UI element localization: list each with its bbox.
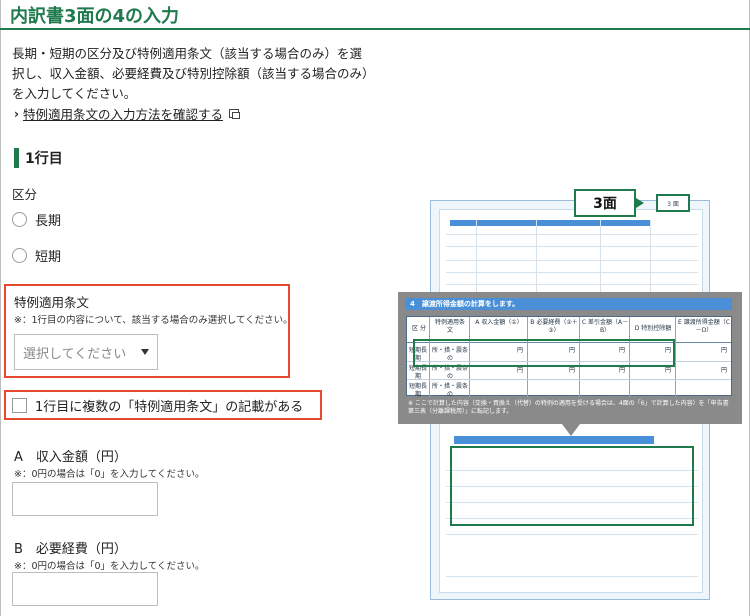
- form-line: [446, 534, 698, 535]
- form-line: [446, 246, 698, 247]
- yen-mark: 円: [721, 347, 728, 354]
- zoom-note: ※ ここで計算した内容（交換・買換え（代替）の特例の適用を受ける場合は、4面の「…: [408, 400, 729, 415]
- radio-short-label: 短期: [35, 250, 62, 265]
- chevron-right-icon: ›: [14, 106, 19, 121]
- page-callout: 3面: [574, 189, 636, 217]
- form-line: [446, 576, 698, 577]
- title-divider: [0, 28, 750, 30]
- field-b-note: ※：0円の場合は「0」を入力してください。: [14, 561, 205, 572]
- multi-article-label: 1行目に複数の「特例適用条文」の記載がある: [35, 400, 304, 415]
- caret-down-icon: [141, 349, 149, 355]
- row-3-kubun: 短期長期: [408, 383, 427, 398]
- radio-short[interactable]: 短期: [12, 246, 61, 265]
- col-kubun: 区 分: [412, 325, 426, 332]
- field-b-label: B 必要経費（円）: [14, 542, 127, 557]
- zoom-panel: 4 譲渡所得金額の計算をします。 区 分 特例適用条 文 A 収入金額（①） B…: [398, 292, 742, 424]
- table-column-line: [675, 317, 676, 397]
- form-highlight-frame: [450, 446, 694, 526]
- tokurei-note: ※：1行目の内容について、該当する場合のみ選択してください。: [14, 315, 293, 326]
- col-gain: E 譲渡所得金額（C－D）: [678, 319, 730, 334]
- col-diff: C 差引金額（A－B）: [581, 319, 629, 334]
- form-line: [446, 284, 698, 285]
- radio-button[interactable]: [12, 248, 27, 263]
- lead-text: 長期・短期の区分及び特例適用条文（該当する場合のみ）を選択し、収入金額、必要経費…: [12, 46, 369, 101]
- expense-amount-input[interactable]: [12, 572, 158, 606]
- multi-article-checkbox[interactable]: [12, 398, 27, 413]
- form-line: [446, 234, 698, 235]
- col-article: 特例適用条 文: [434, 319, 472, 334]
- page-mark: 3 面: [656, 194, 690, 212]
- zoom-highlight-frame: [413, 339, 675, 367]
- field-a-label: A 収入金額（円）: [14, 450, 127, 465]
- select-placeholder: 選択してください: [23, 346, 127, 362]
- tokurei-label: 特例適用条文: [14, 295, 90, 310]
- income-amount-input[interactable]: [12, 482, 158, 516]
- col-deduction: D 特別控除額: [634, 325, 672, 332]
- page-title: 内訳書3面の4の入力: [10, 6, 180, 27]
- callout-pointer: [636, 198, 644, 208]
- form-column-line: [536, 220, 537, 300]
- form-column-line: [476, 220, 477, 300]
- help-link-text: 特例適用条文の入力方法を確認する: [22, 107, 223, 122]
- form-column-line: [650, 220, 651, 300]
- radio-button[interactable]: [12, 212, 27, 227]
- row-3-article: 所・措・震条の: [431, 383, 468, 398]
- section-title: 1行目: [25, 151, 63, 167]
- form-column-line: [600, 220, 601, 300]
- kubun-label: 区分: [12, 187, 38, 202]
- zoom-header: 4 譲渡所得金額の計算をします。: [406, 298, 732, 310]
- radio-long-label: 長期: [35, 214, 62, 229]
- field-a-note: ※：0円の場合は「0」を入力してください。: [14, 469, 205, 480]
- zoom-table: 区 分 特例適用条 文 A 収入金額（①） B 必要経費（②＋③） C 差引金額…: [406, 316, 732, 398]
- col-income: A 収入金額（①）: [475, 319, 523, 326]
- radio-long[interactable]: 長期: [12, 210, 61, 229]
- help-link[interactable]: › 特例適用条文の入力方法を確認する: [14, 104, 240, 123]
- row-2-kubun: 短期長期: [408, 365, 427, 380]
- yen-mark: 円: [721, 367, 728, 374]
- form-section-bar: [454, 436, 654, 444]
- form-line: [446, 272, 698, 273]
- zoom-pointer: [562, 424, 580, 436]
- form-line: [446, 260, 698, 261]
- form-section-bar: [450, 220, 650, 226]
- col-expense: B 必要経費（②＋③）: [530, 319, 578, 334]
- form-illustration: 3面 3 面 4 譲渡所得金額の計算をします。 区 分 特例適用条 文 A 収入…: [398, 188, 742, 612]
- multi-article-checkbox-row[interactable]: 1行目に複数の「特例適用条文」の記載がある: [12, 396, 303, 415]
- new-window-icon: [228, 109, 240, 119]
- section-accent-bar: [14, 148, 19, 168]
- section-heading: 1行目: [14, 148, 63, 168]
- tokurei-select[interactable]: 選択してください: [14, 334, 158, 370]
- row-2-article: 所・措・震条の: [431, 365, 468, 380]
